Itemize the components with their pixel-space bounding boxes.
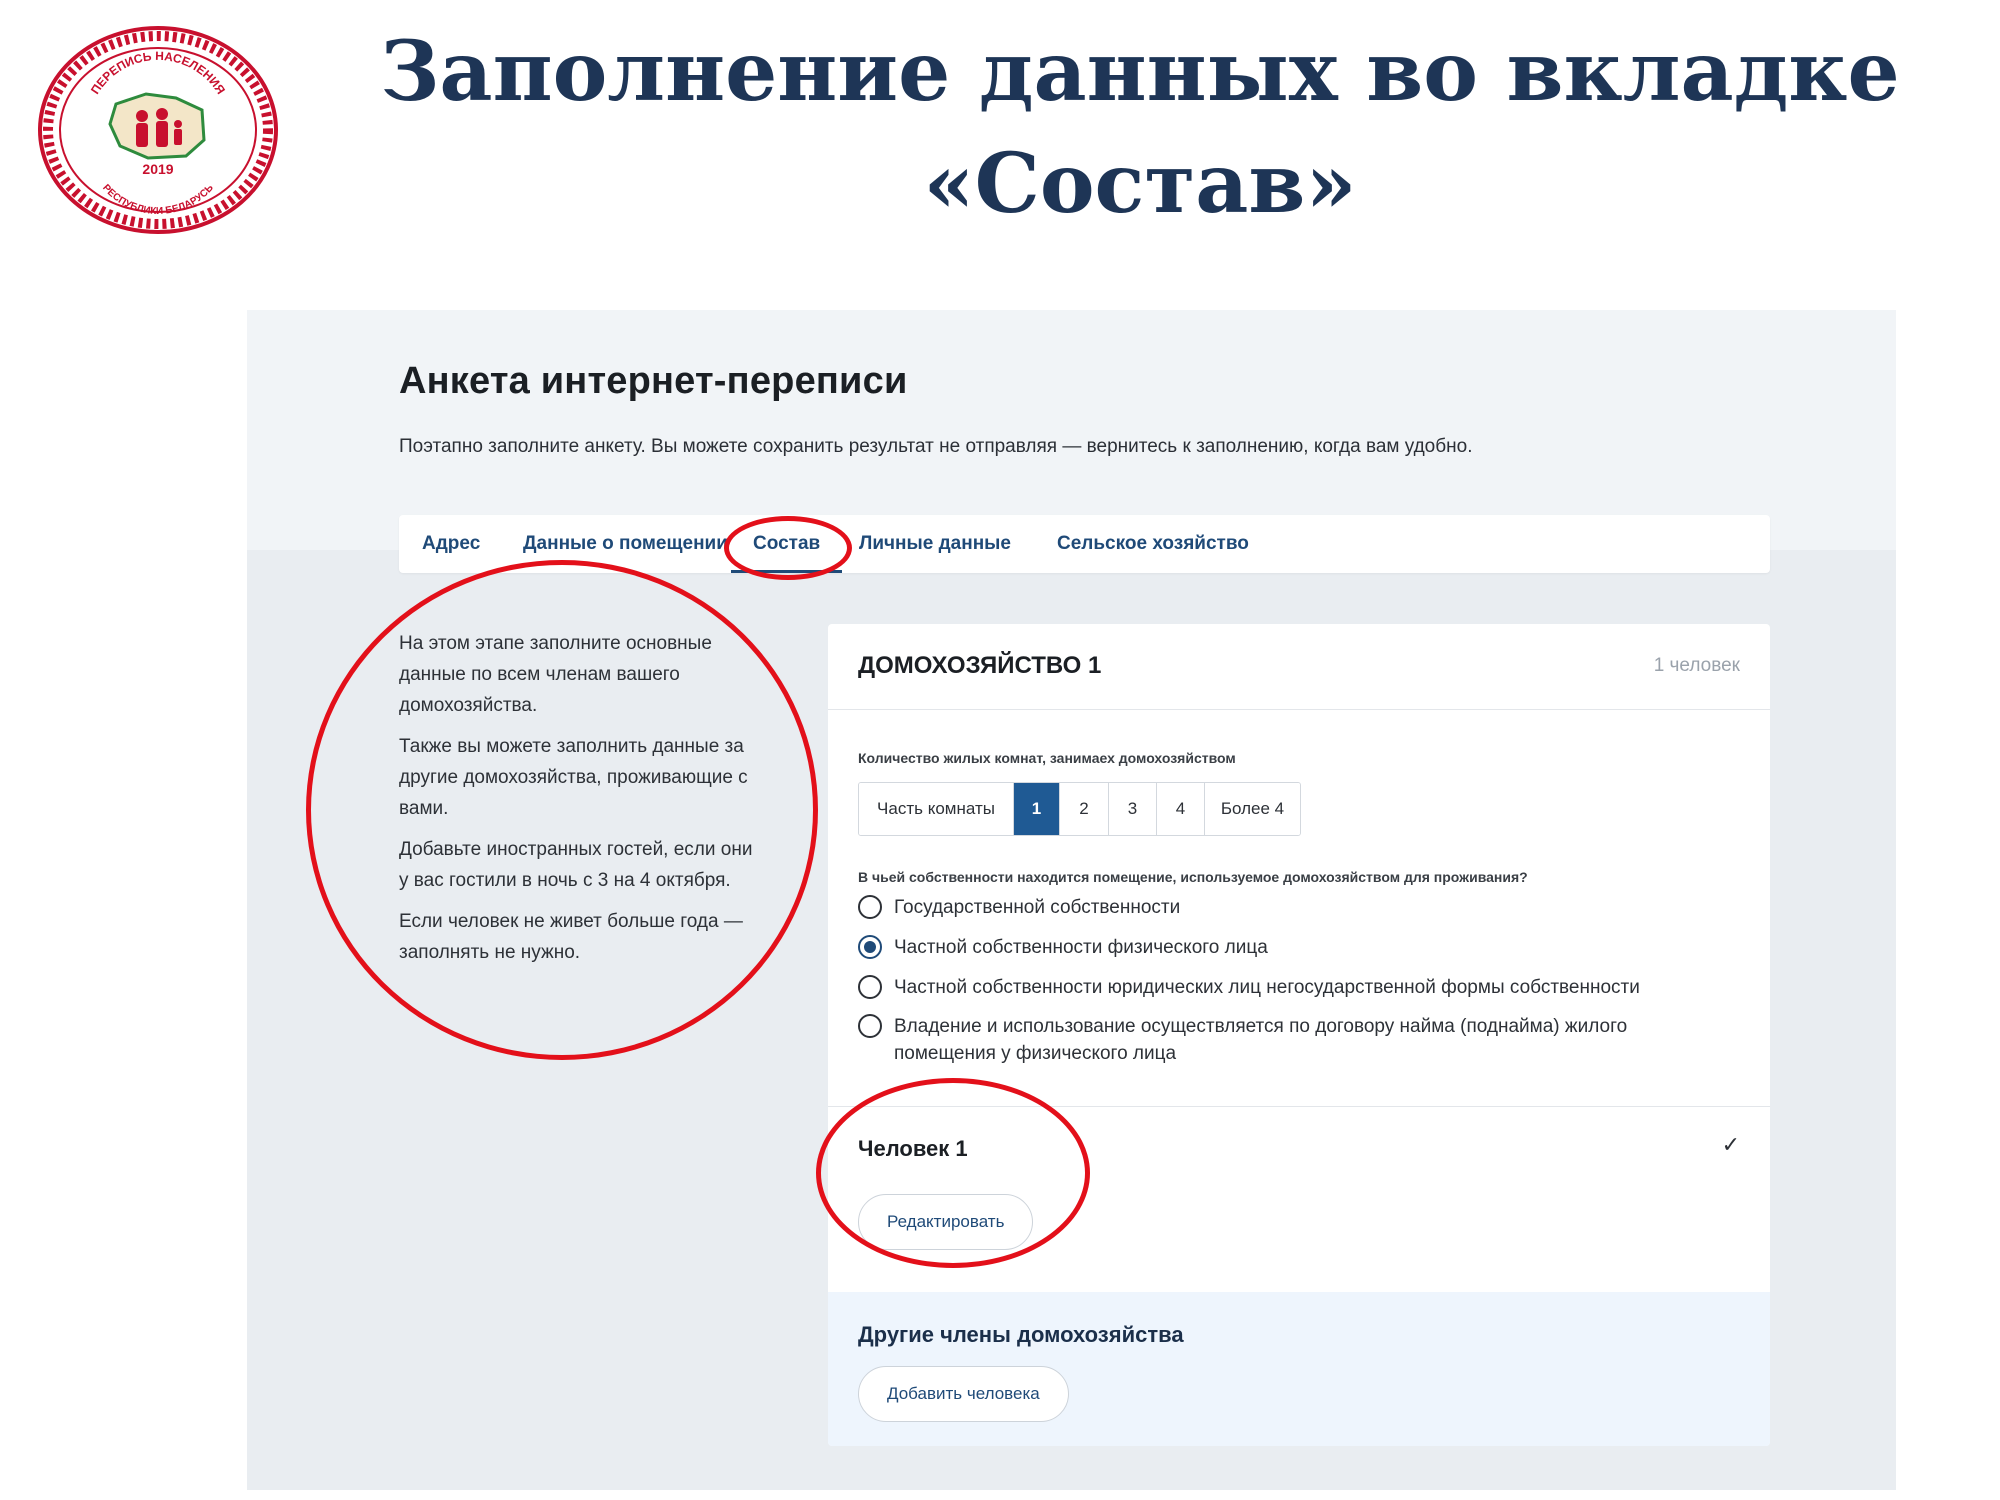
slide-title-line2: «Состав»: [923, 136, 1357, 232]
instruction-text: Если человек не живет больше года — запо…: [399, 911, 743, 963]
tab-personal[interactable]: Личные данные: [859, 515, 1011, 573]
ownership-option-label: Частной собственности юридических лиц не…: [894, 977, 1640, 998]
rooms-option-1[interactable]: 1: [1014, 783, 1060, 835]
tab-agriculture[interactable]: Сельское хозяйство: [1057, 515, 1249, 573]
rooms-option-4[interactable]: 4: [1157, 783, 1205, 835]
rooms-option-part[interactable]: Часть комнаты: [859, 783, 1014, 835]
rooms-selector: Часть комнаты 1 2 3 4 Более 4: [858, 782, 1301, 836]
slide-title: Заполнение данных во вкладке «Состав»: [330, 16, 1950, 240]
rooms-option-3[interactable]: 3: [1109, 783, 1157, 835]
census-logo: ПЕРЕПИСЬ НАСЕЛЕНИЯ РЕСПУБЛИКИ БЕЛАРУСЬ 2…: [38, 26, 278, 234]
page-title: Анкета интернет-переписи: [399, 360, 908, 402]
edit-person-button[interactable]: Редактировать: [858, 1194, 1034, 1250]
other-members-title: Другие члены домохозяйства: [858, 1322, 1184, 1347]
radio-button-checked[interactable]: [858, 935, 882, 959]
census-form-screenshot: Анкета интернет-переписи Поэтапно заполн…: [247, 310, 1896, 1490]
form-header-background: [247, 310, 1896, 550]
radio-button[interactable]: [858, 895, 882, 919]
other-members-section: Другие члены домохозяйства Добавить чело…: [828, 1292, 1770, 1446]
tab-bar: Адрес Данные о помещении Состав Личные д…: [399, 515, 1770, 573]
ownership-option[interactable]: Частной собственности юридических лиц не…: [858, 974, 1640, 1001]
tab-premises[interactable]: Данные о помещении: [523, 515, 728, 573]
instructions: На этом этапе заполните основные данные …: [399, 628, 759, 978]
divider: [828, 1106, 1770, 1107]
instruction-text: Добавьте иностранных гостей, если они у …: [399, 839, 753, 891]
radio-button[interactable]: [858, 1014, 882, 1038]
household-title: ДОМОХОЗЯЙСТВО 1: [858, 652, 1102, 679]
add-person-button[interactable]: Добавить человека: [858, 1366, 1069, 1422]
household-card: ДОМОХОЗЯЙСТВО 1 1 человек Количество жил…: [828, 624, 1770, 1446]
page-subtitle: Поэтапно заполните анкету. Вы можете сох…: [399, 436, 1473, 457]
rooms-option-more[interactable]: Более 4: [1205, 783, 1300, 835]
ownership-option[interactable]: Государственной собственности: [858, 894, 1180, 921]
tab-composition[interactable]: Состав: [731, 515, 843, 573]
ownership-option-label: Частной собственности физического лица: [894, 937, 1268, 958]
radio-button[interactable]: [858, 975, 882, 999]
instruction-text: Также вы можете заполнить данные за друг…: [399, 736, 748, 819]
instruction-text: На этом этапе заполните основные данные …: [399, 633, 712, 716]
household-person-count: 1 человек: [1653, 655, 1740, 676]
person-title: Человек 1: [858, 1136, 968, 1161]
rooms-option-2[interactable]: 2: [1060, 783, 1109, 835]
tab-address[interactable]: Адрес: [422, 515, 480, 573]
slide-title-line1: Заполнение данных во вкладке: [380, 24, 1900, 120]
svg-text:2019: 2019: [142, 161, 173, 177]
ownership-option[interactable]: Частной собственности физического лица: [858, 934, 1268, 961]
ownership-option-label: Государственной собственности: [894, 897, 1181, 918]
ownership-option-label: Владение и использование осуществляется …: [894, 1016, 1628, 1064]
rooms-question: Количество жилых комнат, занимаех домохо…: [858, 750, 1236, 766]
ownership-question: В чьей собственности находится помещение…: [858, 869, 1528, 885]
check-icon: ✓: [1721, 1132, 1740, 1157]
ownership-option[interactable]: Владение и использование осуществляется …: [858, 1013, 1688, 1067]
household-header: ДОМОХОЗЯЙСТВО 1 1 человек: [828, 624, 1770, 710]
